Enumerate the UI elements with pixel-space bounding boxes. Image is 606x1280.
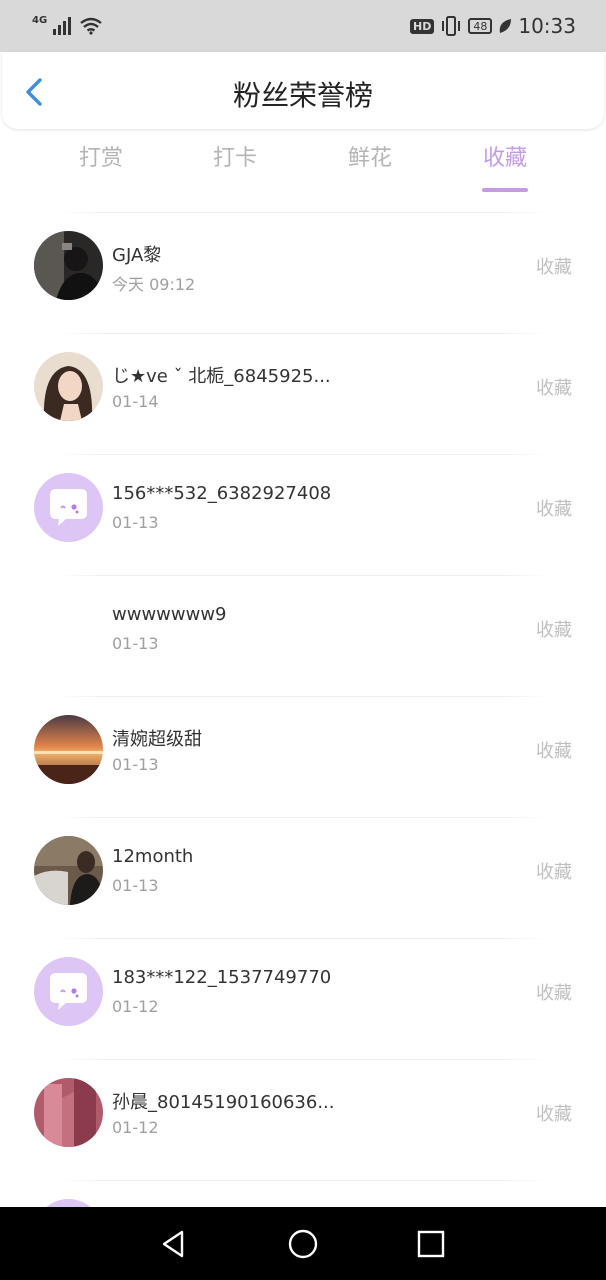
action-label: 收藏 [536, 378, 572, 399]
divider [56, 1180, 550, 1181]
avatar[interactable] [34, 836, 103, 905]
action-label: 收藏 [536, 499, 572, 520]
user-nickname: 12month [112, 846, 194, 867]
user-nickname: GJA黎 [112, 245, 162, 266]
tab-favorites[interactable]: 收藏 [460, 140, 550, 172]
nav-recents-button[interactable] [414, 1227, 448, 1261]
status-left: 4G [32, 14, 103, 35]
timestamp: 01-13 [112, 513, 159, 532]
status-right: HD 48 10:33 [410, 14, 576, 38]
timestamp: 01-12 [112, 997, 159, 1016]
user-nickname: じ★ve ˇ 北栀_6845925... [112, 366, 331, 387]
user-nickname: 清婉超级甜 [112, 729, 202, 750]
battery-icon: 48 [468, 18, 493, 34]
clock: 10:33 [518, 14, 576, 38]
tab-reward[interactable]: 打赏 [56, 140, 146, 172]
action-label: 收藏 [536, 862, 572, 883]
action-label: 收藏 [536, 983, 572, 1004]
square-recents-icon [417, 1230, 445, 1258]
avatar[interactable] [34, 1078, 103, 1147]
list-item[interactable]: 156***532_6382927408 01-13 收藏 [0, 454, 606, 575]
user-nickname: 183***122_1537749770 [112, 967, 332, 988]
list-item[interactable]: GJA黎 今天 09:12 收藏 [0, 212, 606, 333]
leaf-icon [500, 19, 512, 33]
list-item[interactable]: 孙晨_80145190160636... 01-12 收藏 [0, 1059, 606, 1180]
page-title: 粉丝荣誉榜 [232, 79, 373, 112]
vibrate-icon [442, 16, 461, 36]
triangle-back-icon [162, 1230, 184, 1258]
avatar[interactable] [34, 957, 103, 1026]
timestamp: 今天 09:12 [112, 275, 196, 294]
avatar[interactable] [34, 594, 103, 663]
wifi-icon [80, 17, 102, 35]
action-label: 收藏 [536, 1104, 572, 1125]
timestamp: 01-12 [112, 1118, 159, 1137]
avatar[interactable] [34, 352, 103, 421]
avatar[interactable] [34, 473, 103, 542]
circle-home-icon [288, 1229, 318, 1259]
action-label: 收藏 [536, 741, 572, 762]
navigation-bar [0, 1207, 606, 1280]
list-item[interactable]: 183***122_1537749770 01-12 收藏 [0, 938, 606, 1059]
avatar[interactable] [34, 715, 103, 784]
timestamp: 01-14 [112, 392, 159, 411]
tab-flowers[interactable]: 鲜花 [325, 140, 415, 172]
list-item[interactable]: 清婉超级甜 01-13 收藏 [0, 696, 606, 817]
timestamp: 01-13 [112, 876, 159, 895]
chat-bubble-icon [34, 473, 103, 542]
action-label: 收藏 [536, 257, 572, 278]
chat-bubble-icon [34, 957, 103, 1026]
timestamp: 01-13 [112, 634, 159, 653]
nav-home-button[interactable] [286, 1227, 320, 1261]
active-tab-indicator [482, 188, 528, 192]
status-bar: 4G HD 48 10:33 [0, 0, 606, 52]
list-item[interactable]: wwwwwww9 01-13 收藏 [0, 575, 606, 696]
signal-icon [53, 17, 72, 35]
user-nickname: 156***532_6382927408 [112, 483, 332, 504]
tab-checkin[interactable]: 打卡 [190, 140, 280, 172]
timestamp: 01-13 [112, 755, 159, 774]
user-nickname: 孙晨_80145190160636... [112, 1092, 335, 1113]
list-item[interactable]: じ★ve ˇ 北栀_6845925... 01-14 收藏 [0, 333, 606, 454]
user-nickname: wwwwwww9 [112, 604, 227, 625]
network-type: 4G [32, 14, 48, 26]
battery-level: 48 [473, 19, 488, 33]
avatar[interactable] [34, 231, 103, 300]
list-item[interactable]: 12month 01-13 收藏 [0, 817, 606, 938]
nav-back-button[interactable] [156, 1227, 190, 1261]
avatar [34, 1199, 103, 1207]
hd-badge: HD [410, 18, 435, 34]
action-label: 收藏 [536, 620, 572, 641]
title-bar: 粉丝荣誉榜 [2, 52, 604, 129]
